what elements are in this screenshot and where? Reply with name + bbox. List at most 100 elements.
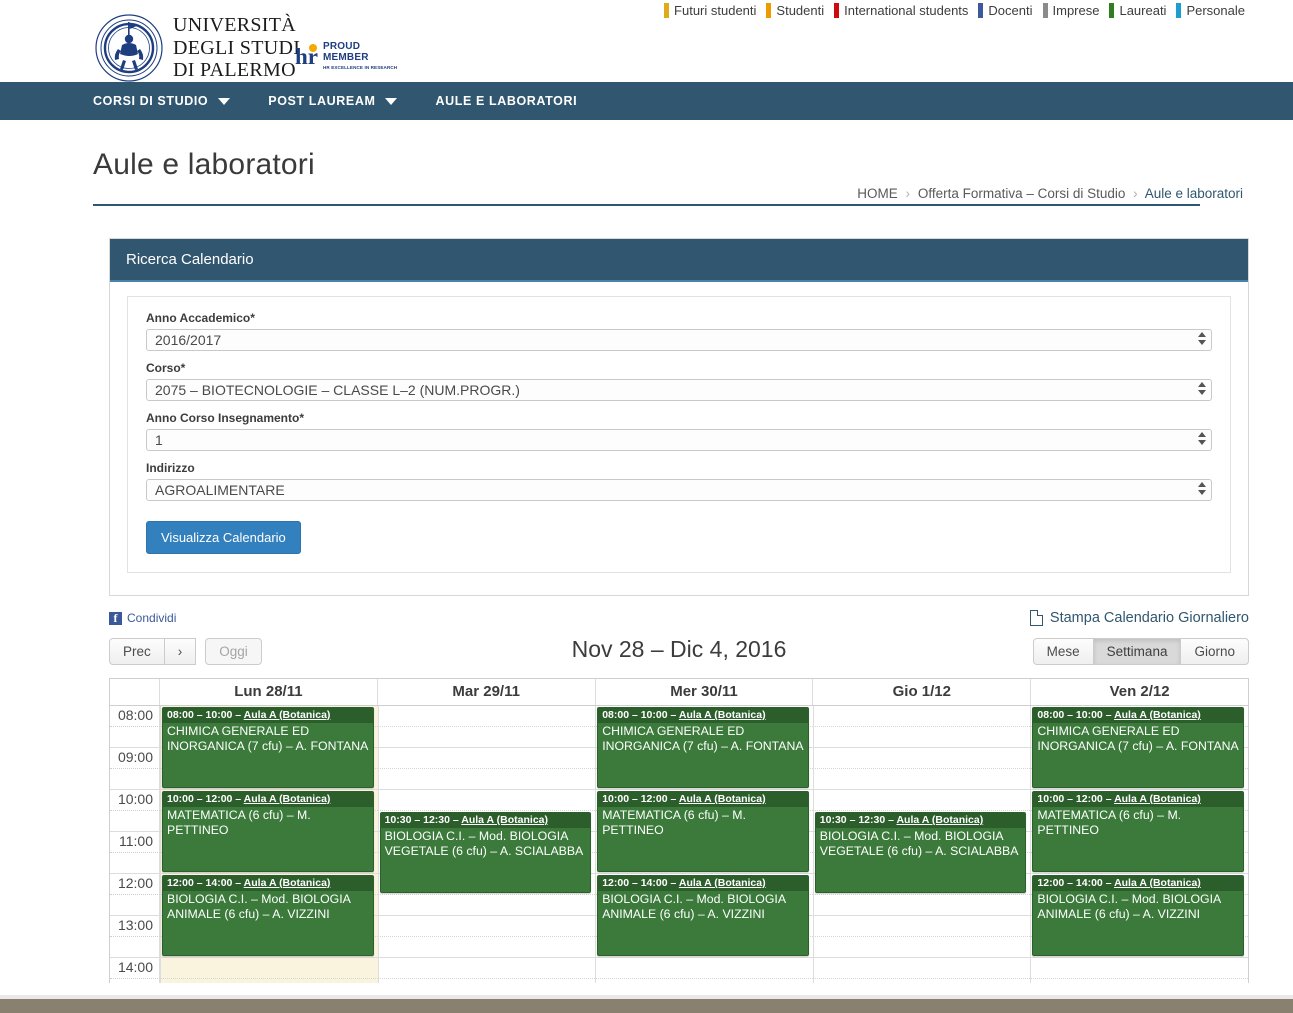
day-header-2[interactable]: Mer 30/11 xyxy=(594,679,813,705)
event-room-link[interactable]: Aula A (Botanica) xyxy=(244,709,331,721)
print-daily-calendar-link[interactable]: Stampa Calendario Giornaliero xyxy=(1029,610,1249,626)
field-label-2: Anno Corso Insegnamento* xyxy=(146,411,305,425)
hr-mark-icon: hr xyxy=(295,43,318,68)
event-time-room: 10:30 – 12:30 – Aula A (Botanica) xyxy=(815,813,1026,828)
event-room-link[interactable]: Aula A (Botanica) xyxy=(679,793,766,805)
field-label-1: Corso* xyxy=(146,361,186,375)
select-spinner-icon xyxy=(1198,432,1206,445)
select-value: 1 xyxy=(155,432,163,448)
audience-color-swatch xyxy=(766,3,772,18)
event-time-range: 10:30 – 12:30 – xyxy=(384,814,462,826)
view-button-settimana[interactable]: Settimana xyxy=(1092,638,1182,665)
event-room-link[interactable]: Aula A (Botanica) xyxy=(679,709,766,721)
field-label-3: Indirizzo xyxy=(146,461,195,475)
page-title: Aule e laboratori xyxy=(93,148,315,181)
event-title: BIOLOGIA C.I. – Mod. BIOLOGIA ANIMALE (6… xyxy=(602,892,786,922)
calendar-events-layer: 08:00 – 10:00 – Aula A (Botanica) CHIMICA… xyxy=(110,706,1248,983)
share-row: f Condividi Stampa Calendario Giornalier… xyxy=(109,610,1249,626)
select-value: 2075 – BIOTECNOLOGIE – CLASSE L–2 (NUM.P… xyxy=(155,382,520,398)
audience-link-2[interactable]: International students xyxy=(834,3,968,18)
calendar-event-8[interactable]: 08:00 – 10:00 – Aula A (Botanica) CHIMICA… xyxy=(1032,707,1244,788)
event-time-room: 10:00 – 12:00 – Aula A (Botanica) xyxy=(1033,792,1243,807)
event-time-range: 10:00 – 12:00 – xyxy=(167,793,244,805)
main-navigation: CORSI DI STUDIO POST LAUREAM AULE E LABORA… xyxy=(0,82,1293,120)
footer-band xyxy=(0,999,1293,1013)
audience-link-6[interactable]: Personale xyxy=(1176,3,1245,18)
view-button-mese[interactable]: Mese xyxy=(1032,638,1094,665)
event-title: CHIMICA GENERALE ED INORGANICA (7 cfu) –… xyxy=(602,724,804,754)
event-title: BIOLOGIA C.I. – Mod. BIOLOGIA ANIMALE (6… xyxy=(1037,892,1221,922)
calendar-event-3[interactable]: 10:30 – 12:30 – Aula A (Botanica) BIOLOGI… xyxy=(379,812,592,893)
event-time-room: 12:00 – 14:00 – Aula A (Botanica) xyxy=(1033,876,1243,891)
select-1[interactable]: 2075 – BIOTECNOLOGIE – CLASSE L–2 (NUM.P… xyxy=(146,379,1212,401)
event-time-range: 10:00 – 12:00 – xyxy=(1037,793,1115,805)
visualizza-calendario-button[interactable]: Visualizza Calendario xyxy=(146,521,301,554)
event-title: BIOLOGIA C.I. – Mod. BIOLOGIA ANIMALE (6… xyxy=(167,892,351,922)
university-name-line3: DI PALERMO xyxy=(173,59,296,82)
select-2[interactable]: 1 xyxy=(146,429,1212,451)
event-time-range: 08:00 – 10:00 – xyxy=(602,709,679,721)
facebook-share-label: Condividi xyxy=(127,611,177,625)
select-3[interactable]: AGROALIMENTARE xyxy=(146,479,1212,501)
event-room-link[interactable]: Aula A (Botanica) xyxy=(679,877,766,889)
event-title: MATEMATICA (6 cfu) – M. PETTINEO xyxy=(167,808,311,838)
event-title: MATEMATICA (6 cfu) – M. PETTINEO xyxy=(602,808,746,838)
day-header-3[interactable]: Gio 1/12 xyxy=(812,679,1030,705)
calendar-event-5[interactable]: 10:00 – 12:00 – Aula A (Botanica) MATEMAT… xyxy=(597,791,809,872)
event-room-link[interactable]: Aula A (Botanica) xyxy=(244,877,331,889)
breadcrumb-current: Aule e laboratori xyxy=(1144,186,1243,201)
audience-label: Imprese xyxy=(1052,3,1100,18)
university-name-line1: UNIVERSITÀ xyxy=(173,14,296,37)
audience-color-swatch xyxy=(834,3,840,18)
event-time-range: 12:00 – 14:00 – xyxy=(167,877,244,889)
audience-link-3[interactable]: Docenti xyxy=(978,3,1033,18)
event-room-link[interactable]: Aula A (Botanica) xyxy=(244,793,331,805)
audience-label: International students xyxy=(844,3,969,18)
view-button-giorno[interactable]: Giorno xyxy=(1180,638,1249,665)
search-calendar-panel: Ricerca Calendario Anno Accademico* 2016/… xyxy=(109,238,1249,596)
calendar-event-7[interactable]: 10:30 – 12:30 – Aula A (Botanica) BIOLOGI… xyxy=(814,812,1027,893)
calendar-event-2[interactable]: 12:00 – 14:00 – Aula A (Botanica) BIOLOGI… xyxy=(162,875,374,956)
calendar-view-switcher: Mese Settimana Giorno xyxy=(1032,638,1249,665)
nav-item-0[interactable]: CORSI DI STUDIO xyxy=(93,94,231,108)
search-panel-heading: Ricerca Calendario xyxy=(110,239,1248,282)
event-title: BIOLOGIA C.I. – Mod. BIOLOGIA VEGETALE (… xyxy=(819,829,1019,859)
university-logo[interactable]: UNIVERSITÀ DEGLI STUDI DI PALERMO xyxy=(93,12,300,84)
audience-color-swatch xyxy=(664,3,670,18)
calendar-grid: Lun 28/11 Mar 29/11 Mer 30/11 Gio 1/12 Ven 2… xyxy=(109,678,1249,983)
breadcrumb-home[interactable]: HOME xyxy=(857,186,898,201)
calendar-event-1[interactable]: 10:00 – 12:00 – Aula A (Botanica) MATEMAT… xyxy=(162,791,374,872)
facebook-share-button[interactable]: f Condividi xyxy=(109,611,176,625)
event-room-link[interactable]: Aula A (Botanica) xyxy=(1114,877,1201,889)
nav-item-2[interactable]: AULE E LABORATORI xyxy=(435,94,577,108)
event-room-link[interactable]: Aula A (Botanica) xyxy=(1114,709,1201,721)
calendar-event-9[interactable]: 10:00 – 12:00 – Aula A (Botanica) MATEMAT… xyxy=(1032,791,1244,872)
event-room-link[interactable]: Aula A (Botanica) xyxy=(896,814,983,826)
event-title: CHIMICA GENERALE ED INORGANICA (7 cfu) –… xyxy=(1037,724,1239,754)
day-header-0[interactable]: Lun 28/11 xyxy=(160,679,377,705)
day-header-4[interactable]: Ven 2/12 xyxy=(1030,679,1248,705)
audience-link-0[interactable]: Futuri studenti xyxy=(664,3,756,18)
event-title: CHIMICA GENERALE ED INORGANICA (7 cfu) –… xyxy=(167,724,369,754)
hr-excellence-logo[interactable]: hr PROUD MEMBER HR EXCELLENCE IN RESEARC… xyxy=(295,41,397,70)
nav-item-1[interactable]: POST LAUREAM xyxy=(268,94,398,108)
calendar-toolbar: Prec › Oggi Nov 28 – Dic 4, 2016 Mese Set… xyxy=(109,636,1249,668)
event-room-link[interactable]: Aula A (Botanica) xyxy=(1114,793,1201,805)
calendar-event-4[interactable]: 08:00 – 10:00 – Aula A (Botanica) CHIMICA… xyxy=(597,707,809,788)
select-0[interactable]: 2016/2017 xyxy=(146,329,1212,351)
chevron-down-icon xyxy=(218,97,231,105)
day-header-1[interactable]: Mar 29/11 xyxy=(376,679,595,705)
select-spinner-icon xyxy=(1198,382,1206,395)
event-time-room: 10:30 – 12:30 – Aula A (Botanica) xyxy=(380,813,591,828)
breadcrumb-parent[interactable]: Offerta Formativa – Corsi di Studio xyxy=(918,186,1126,201)
audience-link-5[interactable]: Laureati xyxy=(1109,3,1166,18)
search-fieldset: Anno Accademico* 2016/2017 Corso* 2075 – BI… xyxy=(127,296,1231,573)
university-name: UNIVERSITÀ DEGLI STUDI DI PALERMO xyxy=(173,14,300,81)
audience-label: Laureati xyxy=(1119,3,1167,18)
calendar-event-6[interactable]: 12:00 – 14:00 – Aula A (Botanica) BIOLOGI… xyxy=(597,875,809,956)
calendar-event-0[interactable]: 08:00 – 10:00 – Aula A (Botanica) CHIMICA… xyxy=(162,707,374,788)
event-room-link[interactable]: Aula A (Botanica) xyxy=(461,814,548,826)
audience-link-1[interactable]: Studenti xyxy=(766,3,824,18)
calendar-event-10[interactable]: 12:00 – 14:00 – Aula A (Botanica) BIOLOGI… xyxy=(1032,875,1244,956)
audience-link-4[interactable]: Imprese xyxy=(1042,3,1100,18)
